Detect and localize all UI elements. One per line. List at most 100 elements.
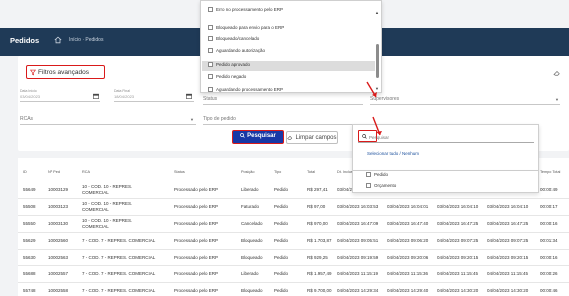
scroll-down-icon[interactable]: ▼	[375, 86, 379, 91]
status-option[interactable]: Aguardando autorização	[208, 48, 265, 53]
col-header-ped[interactable]: Nº Ped	[48, 170, 60, 174]
tipo-search-underline	[358, 142, 534, 143]
checkbox-icon[interactable]	[366, 183, 371, 188]
table-cell-tipo: Pedido	[274, 271, 289, 276]
table-cell-ped: 10002558	[48, 288, 69, 293]
tipo-option-pedido[interactable]: Pedido	[366, 172, 388, 177]
checkbox-icon[interactable]	[366, 172, 371, 177]
eraser-icon[interactable]	[553, 70, 561, 76]
table-cell-d4: 04/04/2023 09:07:25	[487, 238, 529, 243]
calendar-icon[interactable]	[93, 93, 99, 99]
checkbox-icon[interactable]	[208, 74, 213, 79]
table-cell-ped: 10002563	[48, 255, 69, 260]
table-cell-d1: 04/04/2023 09:05:51	[337, 238, 379, 243]
table-cell-id: 55649	[23, 187, 36, 192]
table-cell-tempo: 00:01:34	[540, 238, 558, 243]
select-all-link[interactable]: Selecionar tudo / Nenhum	[367, 151, 419, 156]
table-cell-rca: 7 - COD. 7 - REPRES. COMERCIAL	[82, 238, 156, 243]
table-cell-d4: 04/04/2023 09:20:15	[487, 255, 529, 260]
table-cell-id: 55629	[23, 238, 36, 243]
table-cell-rca: 7 - COD. 7 - REPRES. COMERCIAL	[82, 271, 156, 276]
data-final-input[interactable]: 18/04/2023	[114, 94, 134, 99]
checkbox-icon[interactable]	[208, 36, 213, 41]
status-option[interactable]: Pedido aprovado	[208, 62, 250, 67]
status-option[interactable]: Pedido negado	[208, 74, 246, 79]
table-cell-rca: 10 - COD. 10 - REPRES. COMERCIAL	[82, 184, 133, 195]
status-select[interactable]: Status	[203, 96, 217, 102]
data-final-underline	[114, 101, 194, 102]
row-divider	[18, 265, 569, 266]
table-cell-d3: 04/04/2023 11:15:45	[437, 271, 478, 276]
breadcrumb[interactable]: Início · Pedidos	[69, 37, 103, 43]
filters-toggle[interactable]: Filtros avançados	[26, 65, 105, 79]
table-cell-d4: 04/04/2023 11:15:45	[487, 271, 528, 276]
checkbox-icon[interactable]	[208, 87, 213, 92]
row-divider	[18, 249, 569, 250]
data-inicio-underline	[20, 101, 100, 102]
calendar-icon[interactable]	[186, 93, 192, 99]
tipo-pedido-dropdown[interactable]: Pesquisar Selecionar tudo / Nenhum	[352, 124, 539, 171]
table-cell-posicao: Liberado	[241, 271, 259, 276]
col-header-tipo[interactable]: Tipo	[274, 170, 281, 174]
table-cell-d2: 04/04/2023 09:06:20	[387, 238, 429, 243]
table-cell-posicao: Bloqueado	[241, 238, 263, 243]
dropdown-scrollbar[interactable]	[376, 44, 379, 78]
table-cell-tempo: 00:00:49	[540, 187, 558, 192]
chevron-down-icon[interactable]: ▼	[190, 117, 194, 122]
col-header-tempo-total[interactable]: Tempo Total	[540, 170, 560, 174]
eraser-icon	[287, 135, 293, 140]
tipo-pedido-select[interactable]: Tipo de pedido	[203, 116, 236, 122]
data-inicio-input[interactable]: 03/04/2023	[20, 94, 40, 99]
search-button[interactable]: Pesquisar	[232, 130, 284, 144]
status-option[interactable]: Aguardando processamento ERP	[208, 87, 283, 92]
table-cell-ped: 10003129	[48, 187, 69, 192]
supervisores-select[interactable]: Supervisores	[370, 96, 399, 102]
tipo-search-placeholder: Pesquisar	[369, 135, 390, 140]
table-cell-status: Processado pelo ERP	[174, 288, 219, 293]
col-header-status[interactable]: Status	[174, 170, 185, 174]
table-cell-id: 55688	[23, 271, 36, 276]
data-final-label: Data Final	[114, 89, 130, 93]
scroll-up-icon[interactable]: ▲	[375, 10, 379, 15]
home-icon[interactable]	[54, 36, 62, 44]
tipo-option-orcamento[interactable]: Orçamento	[366, 183, 396, 188]
table-cell-posicao: Faturado	[241, 204, 260, 209]
table-cell-d2: 04/04/2023 11:15:36	[387, 271, 428, 276]
checkbox-icon[interactable]	[208, 48, 213, 53]
table-cell-d1: 04/04/2023 14:29:34	[337, 288, 379, 293]
col-header-total[interactable]: Total	[307, 170, 315, 174]
rcas-select[interactable]: RCAs	[20, 116, 33, 122]
table-cell-d2: 04/04/2023 14:29:40	[387, 288, 429, 293]
status-underline	[203, 104, 363, 105]
checkbox-icon[interactable]	[208, 7, 213, 12]
row-divider	[18, 232, 569, 233]
table-cell-d3: 04/04/2023 09:07:25	[437, 238, 479, 243]
table-cell-total: R$ 297,41	[307, 187, 328, 192]
table-cell-tempo: 00:00:16	[540, 255, 558, 260]
table-cell-d4: 03/04/2023 16:04:10	[487, 204, 529, 209]
col-header-id[interactable]: ID	[23, 170, 27, 174]
chevron-down-icon[interactable]: ▼	[555, 97, 559, 102]
status-option[interactable]: Bloqueado/cancelado	[208, 36, 259, 41]
status-option[interactable]: Bloqueado para envio para o ERP	[208, 25, 284, 30]
status-option[interactable]: Erro no processamento pelo ERP	[208, 7, 283, 12]
tipo-search-input[interactable]: Pesquisar	[358, 130, 389, 142]
table-cell-status: Processado pelo ERP	[174, 238, 219, 243]
col-header-rca[interactable]: RCA	[82, 170, 90, 174]
table-cell-tipo: Pedido	[274, 255, 289, 260]
table-cell-d3: 03/04/2023 16:04:10	[437, 204, 479, 209]
table-cell-tipo: Pedido	[274, 288, 289, 293]
table-cell-total: R$ 1.703,87	[307, 238, 332, 243]
table-cell-posicao: Bloqueado	[241, 288, 263, 293]
clear-button-label: Limpar campos	[295, 135, 337, 141]
checkbox-icon[interactable]	[208, 25, 213, 30]
table-cell-ped: 10003130	[48, 221, 69, 226]
table-cell-id: 55550	[23, 221, 36, 226]
checkbox-icon[interactable]	[208, 62, 213, 67]
table-cell-tempo: 00:00:17	[540, 204, 558, 209]
data-inicio-label: Data Início	[20, 89, 37, 93]
clear-button[interactable]: Limpar campos	[286, 131, 338, 144]
col-header-posicao[interactable]: Posição	[241, 170, 255, 174]
status-dropdown[interactable]: Erro no processamento pelo ERP Bloqueado…	[200, 0, 382, 93]
table-cell-rca: 10 - COD. 10 - REPRES. COMERCIAL	[82, 218, 133, 229]
